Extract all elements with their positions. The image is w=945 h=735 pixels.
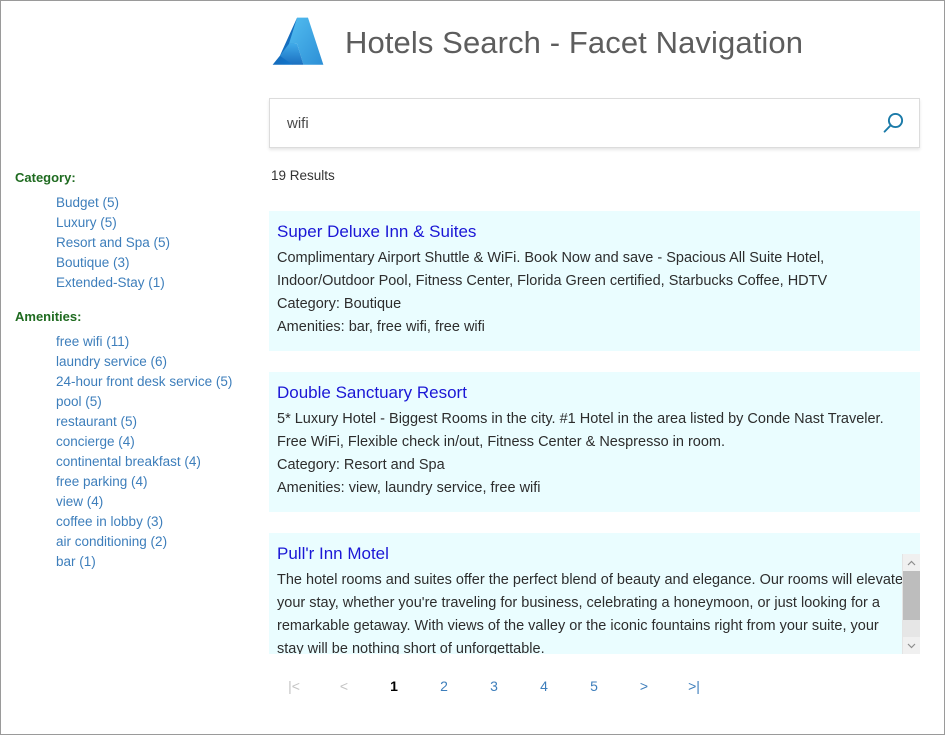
search-button[interactable] <box>867 99 919 147</box>
list-item: laundry service (6) <box>56 352 259 372</box>
result-description: 5* Luxury Hotel - Biggest Rooms in the c… <box>277 408 906 454</box>
pagination-page-2[interactable]: 2 <box>419 676 469 696</box>
result-title-link[interactable]: Super Deluxe Inn & Suites <box>277 219 906 245</box>
facet-heading-amenities: Amenities: <box>15 308 259 326</box>
page-title: Hotels Search - Facet Navigation <box>345 25 803 61</box>
list-item: free wifi (11) <box>56 332 259 352</box>
list-item: Budget (5) <box>56 193 259 213</box>
list-item: Resort and Spa (5) <box>56 233 259 253</box>
results-scrollbar[interactable] <box>902 554 919 654</box>
facet-link-coffee-in-lobby[interactable]: coffee in lobby (3) <box>56 514 163 529</box>
list-item: view (4) <box>56 492 259 512</box>
facet-group-category: Category: Budget (5) Luxury (5) Resort a… <box>15 169 259 293</box>
chevron-up-icon <box>907 560 916 566</box>
results-count: 19 Results <box>271 168 335 183</box>
facet-link-luxury[interactable]: Luxury (5) <box>56 215 117 230</box>
list-item: air conditioning (2) <box>56 532 259 552</box>
result-description: Complimentary Airport Shuttle & WiFi. Bo… <box>277 247 906 293</box>
facet-link-laundry-service[interactable]: laundry service (6) <box>56 354 167 369</box>
result-card[interactable]: Super Deluxe Inn & Suites Complimentary … <box>269 211 920 351</box>
list-item: continental breakfast (4) <box>56 452 259 472</box>
list-item: 24-hour front desk service (5) <box>56 372 259 392</box>
list-item: Boutique (3) <box>56 253 259 273</box>
scrollbar-thumb[interactable] <box>903 571 920 620</box>
pagination-page-4[interactable]: 4 <box>519 676 569 696</box>
scrollbar-track[interactable] <box>903 620 920 637</box>
app-header: Hotels Search - Facet Navigation <box>269 7 803 79</box>
result-title-link[interactable]: Pull'r Inn Motel <box>277 541 906 567</box>
facet-link-continental-breakfast[interactable]: continental breakfast (4) <box>56 454 201 469</box>
pagination-page-1: 1 <box>369 676 419 696</box>
facet-list-category: Budget (5) Luxury (5) Resort and Spa (5)… <box>15 193 259 293</box>
search-input[interactable] <box>270 99 867 147</box>
list-item: Extended-Stay (1) <box>56 273 259 293</box>
facet-link-bar[interactable]: bar (1) <box>56 554 96 569</box>
list-item: restaurant (5) <box>56 412 259 432</box>
facet-link-concierge[interactable]: concierge (4) <box>56 434 135 449</box>
pagination-prev: < <box>319 676 369 696</box>
facet-link-boutique[interactable]: Boutique (3) <box>56 255 130 270</box>
facet-heading-category: Category: <box>15 169 259 187</box>
facet-link-pool[interactable]: pool (5) <box>56 394 102 409</box>
facet-link-free-parking[interactable]: free parking (4) <box>56 474 148 489</box>
facet-link-extended-stay[interactable]: Extended-Stay (1) <box>56 275 165 290</box>
result-category: Category: Boutique <box>277 293 906 316</box>
facet-sidebar: Category: Budget (5) Luxury (5) Resort a… <box>15 169 259 580</box>
facet-link-free-wifi[interactable]: free wifi (11) <box>56 334 129 349</box>
pagination-page-5[interactable]: 5 <box>569 676 619 696</box>
azure-logo-icon <box>269 14 327 72</box>
pagination: |< < 1 2 3 4 5 > >| <box>269 676 920 696</box>
facet-group-amenities: Amenities: free wifi (11) laundry servic… <box>15 308 259 572</box>
list-item: Luxury (5) <box>56 213 259 233</box>
result-description: The hotel rooms and suites offer the per… <box>277 569 906 654</box>
pagination-first: |< <box>269 676 319 696</box>
results-list: Super Deluxe Inn & Suites Complimentary … <box>269 211 920 654</box>
list-item: free parking (4) <box>56 472 259 492</box>
facet-link-air-conditioning[interactable]: air conditioning (2) <box>56 534 167 549</box>
list-item: coffee in lobby (3) <box>56 512 259 532</box>
scroll-up-button[interactable] <box>903 554 920 571</box>
pagination-page-3[interactable]: 3 <box>469 676 519 696</box>
pagination-next[interactable]: > <box>619 676 669 696</box>
result-amenities: Amenities: bar, free wifi, free wifi <box>277 316 906 339</box>
list-item: bar (1) <box>56 552 259 572</box>
list-item: pool (5) <box>56 392 259 412</box>
facet-list-amenities: free wifi (11) laundry service (6) 24-ho… <box>15 332 259 572</box>
facet-link-24-hour-front-desk-service[interactable]: 24-hour front desk service (5) <box>56 374 232 389</box>
facet-link-restaurant[interactable]: restaurant (5) <box>56 414 137 429</box>
result-card[interactable]: Pull'r Inn Motel The hotel rooms and sui… <box>269 533 920 654</box>
list-item: concierge (4) <box>56 432 259 452</box>
search-box[interactable] <box>269 98 920 148</box>
result-amenities: Amenities: view, laundry service, free w… <box>277 477 906 500</box>
facet-link-resort-and-spa[interactable]: Resort and Spa (5) <box>56 235 170 250</box>
scroll-down-button[interactable] <box>903 637 920 654</box>
facet-link-budget[interactable]: Budget (5) <box>56 195 119 210</box>
facet-link-view[interactable]: view (4) <box>56 494 103 509</box>
result-title-link[interactable]: Double Sanctuary Resort <box>277 380 906 406</box>
result-card[interactable]: Double Sanctuary Resort 5* Luxury Hotel … <box>269 372 920 512</box>
page-frame: Hotels Search - Facet Navigation Categor… <box>0 0 945 735</box>
pagination-last[interactable]: >| <box>669 676 719 696</box>
result-category: Category: Resort and Spa <box>277 454 906 477</box>
search-icon <box>880 110 906 136</box>
chevron-down-icon <box>907 643 916 649</box>
